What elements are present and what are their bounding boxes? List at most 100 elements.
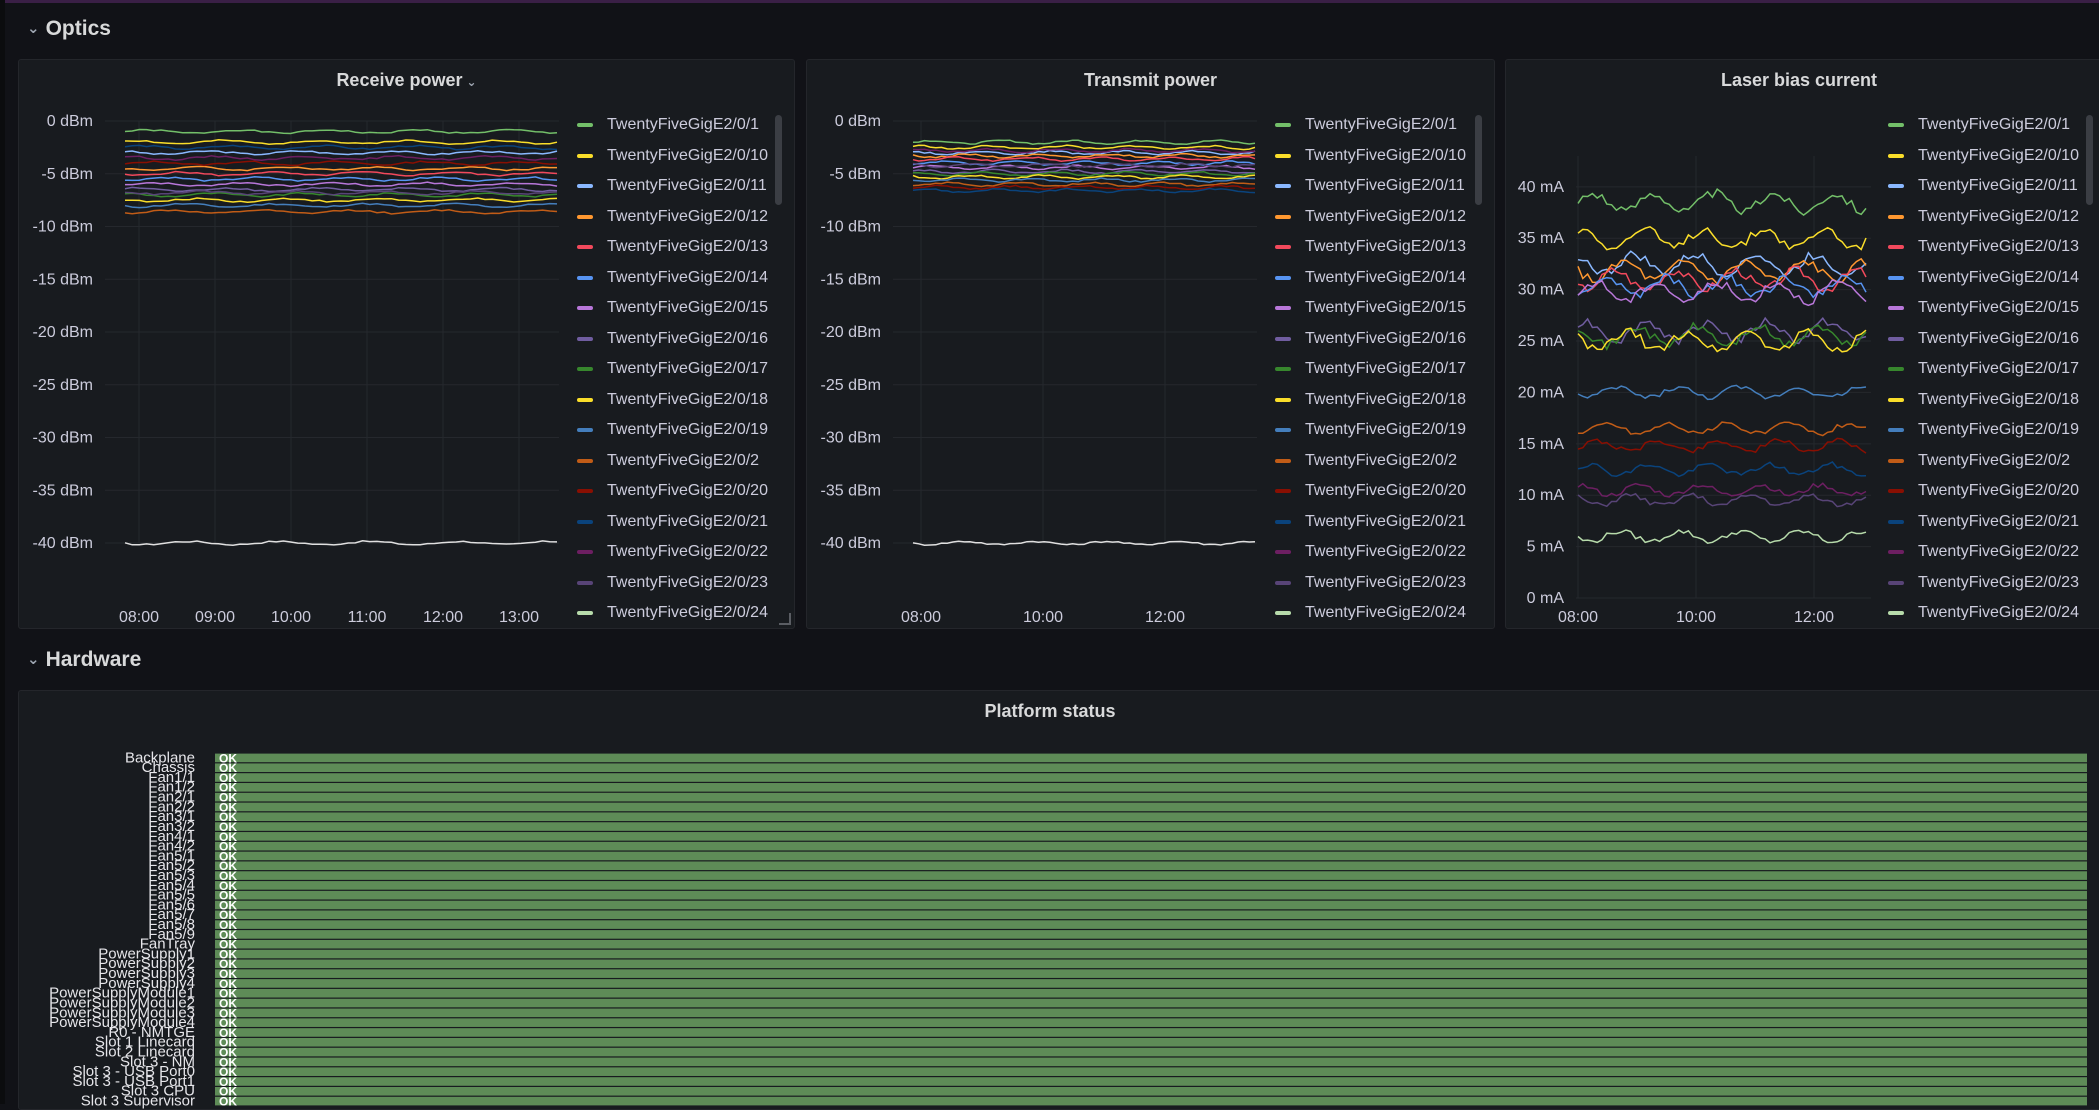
legend-item[interactable]: TwentyFiveGigE2/0/14 [1275,263,1480,294]
legend-item[interactable]: TwentyFiveGigE2/0/1 [1275,110,1480,141]
legend-item[interactable]: TwentyFiveGigE2/0/10 [1275,141,1480,172]
legend-item[interactable]: TwentyFiveGigE2/0/20 [577,476,782,507]
legend-item[interactable]: TwentyFiveGigE2/0/1 [1888,110,2093,141]
legend-swatch [577,245,593,250]
status-bar [215,930,2087,939]
legend-swatch [1888,580,1904,585]
legend-item[interactable]: TwentyFiveGigE2/0/17 [577,354,782,385]
legend-item[interactable]: TwentyFiveGigE2/0/12 [1888,202,2093,233]
series-line [125,197,558,204]
legend-item[interactable]: TwentyFiveGigE2/0/13 [1888,232,2093,263]
legend-label: TwentyFiveGigE2/0/17 [1305,360,1466,378]
legend-item[interactable]: TwentyFiveGigE2/0/15 [1888,293,2093,324]
row-header-optics[interactable]: ⌄ Optics [27,14,111,44]
legend-item[interactable]: TwentyFiveGigE2/0/12 [1275,202,1480,233]
legend-item[interactable]: TwentyFiveGigE2/0/22 [1888,537,2093,568]
legend-swatch [577,184,593,189]
legend-item[interactable]: TwentyFiveGigE2/0/24 [1275,598,1480,620]
panel-laser-bias[interactable]: Laser bias current 40 mA 35 mA 30 mA 25 mA 2… [1505,59,2099,629]
legend-item[interactable]: TwentyFiveGigE2/0/24 [1888,598,2093,620]
legend-item[interactable]: TwentyFiveGigE2/0/2 [1275,446,1480,477]
legend-item[interactable]: TwentyFiveGigE2/0/21 [1888,507,2093,538]
status-bar [215,900,2087,910]
status-bar [215,851,2087,861]
resize-handle[interactable] [779,613,791,625]
panel-receive-power[interactable]: Receive power ⌄ 0 dBm -5 dBm -10 dBm -15 dBm… [18,59,795,629]
legend-label: TwentyFiveGigE2/0/2 [1305,451,1458,469]
legend-item[interactable]: TwentyFiveGigE2/0/13 [577,232,782,263]
x-tick-label: 13:00 [499,609,539,626]
status-bar [215,988,2087,998]
legend-item[interactable]: TwentyFiveGigE2/0/10 [1888,141,2093,172]
panel-platform-status[interactable]: Platform status Backplane OK Chassis OK Fan1… [18,690,2099,1110]
legend-item[interactable]: TwentyFiveGigE2/0/15 [577,293,782,324]
legend-item[interactable]: TwentyFiveGigE2/0/17 [1888,354,2093,385]
legend-item[interactable]: TwentyFiveGigE2/0/22 [577,537,782,568]
x-tick-label: 10:00 [271,609,311,626]
legend-scrollbar[interactable] [775,115,782,205]
y-tick-label: 20 mA [1518,384,1565,401]
legend-item[interactable]: TwentyFiveGigE2/0/13 [1275,232,1480,263]
legend-label: TwentyFiveGigE2/0/14 [1305,268,1466,286]
legend-item[interactable]: TwentyFiveGigE2/0/19 [1888,415,2093,446]
legend-item[interactable]: TwentyFiveGigE2/0/18 [1888,385,2093,416]
legend-item[interactable]: TwentyFiveGigE2/0/23 [1275,568,1480,599]
legend-item[interactable]: TwentyFiveGigE2/0/10 [577,141,782,172]
legend-item[interactable]: TwentyFiveGigE2/0/19 [577,415,782,446]
legend-item[interactable]: TwentyFiveGigE2/0/18 [1275,385,1480,416]
legend-scrollbar[interactable] [2086,115,2093,205]
legend-swatch [577,428,593,433]
status-bar [215,1096,2087,1106]
legend-item[interactable]: TwentyFiveGigE2/0/11 [1275,171,1480,202]
legend-item[interactable]: TwentyFiveGigE2/0/21 [577,507,782,538]
legend-item[interactable]: TwentyFiveGigE2/0/14 [577,263,782,294]
legend-item[interactable]: TwentyFiveGigE2/0/12 [577,202,782,233]
legend-item[interactable]: TwentyFiveGigE2/0/18 [577,385,782,416]
legend-transmit-power: TwentyFiveGigE2/0/1 TwentyFiveGigE2/0/10 T… [1275,110,1480,620]
legend-item[interactable]: TwentyFiveGigE2/0/23 [577,568,782,599]
series-line [1577,461,1867,478]
legend-item[interactable]: TwentyFiveGigE2/0/17 [1275,354,1480,385]
legend-swatch [1888,489,1904,494]
left-edge [0,0,5,1104]
chevron-down-icon: ⌄ [27,651,40,668]
legend-item[interactable]: TwentyFiveGigE2/0/21 [1275,507,1480,538]
y-tick-label: 15 mA [1518,436,1565,453]
legend-item[interactable]: TwentyFiveGigE2/0/11 [1888,171,2093,202]
status-bar [215,792,2087,802]
y-tick-label: -35 dBm [821,482,881,499]
legend-swatch [577,153,593,158]
legend-item[interactable]: TwentyFiveGigE2/0/11 [577,171,782,202]
legend-swatch [1888,367,1904,372]
legend-scrollbar[interactable] [1475,115,1482,205]
row-header-hardware[interactable]: ⌄ Hardware [27,645,141,675]
status-bar [215,871,2087,880]
status-bar [215,1067,2087,1076]
legend-item[interactable]: TwentyFiveGigE2/0/16 [577,324,782,355]
legend-item[interactable]: TwentyFiveGigE2/0/16 [1888,324,2093,355]
legend-item[interactable]: TwentyFiveGigE2/0/2 [1888,446,2093,477]
legend-item[interactable]: TwentyFiveGigE2/0/15 [1275,293,1480,324]
legend-item[interactable]: TwentyFiveGigE2/0/16 [1275,324,1480,355]
legend-item[interactable]: TwentyFiveGigE2/0/19 [1275,415,1480,446]
legend-swatch [1275,336,1291,341]
y-tick-label: -10 dBm [33,219,93,236]
y-tick-label: 0 dBm [835,113,881,130]
legend-item[interactable]: TwentyFiveGigE2/0/20 [1275,476,1480,507]
series-line [1577,250,1867,278]
legend-swatch [1888,336,1904,341]
legend-item[interactable]: TwentyFiveGigE2/0/14 [1888,263,2093,294]
legend-swatch [1275,458,1291,463]
legend-item[interactable]: TwentyFiveGigE2/0/22 [1275,537,1480,568]
legend-label: TwentyFiveGigE2/0/2 [607,451,760,469]
legend-item[interactable]: TwentyFiveGigE2/0/1 [577,110,782,141]
legend-item[interactable]: TwentyFiveGigE2/0/2 [577,446,782,477]
y-tick-label: 0 mA [1527,590,1565,607]
y-tick-label: -5 dBm [41,166,93,183]
legend-item[interactable]: TwentyFiveGigE2/0/24 [577,598,782,620]
status-bar [215,861,2087,871]
legend-item[interactable]: TwentyFiveGigE2/0/23 [1888,568,2093,599]
panel-transmit-power[interactable]: Transmit power 0 dBm -5 dBm -10 dBm -15 dBm… [806,59,1495,629]
legend-label: TwentyFiveGigE2/0/21 [1305,512,1466,530]
legend-item[interactable]: TwentyFiveGigE2/0/20 [1888,476,2093,507]
